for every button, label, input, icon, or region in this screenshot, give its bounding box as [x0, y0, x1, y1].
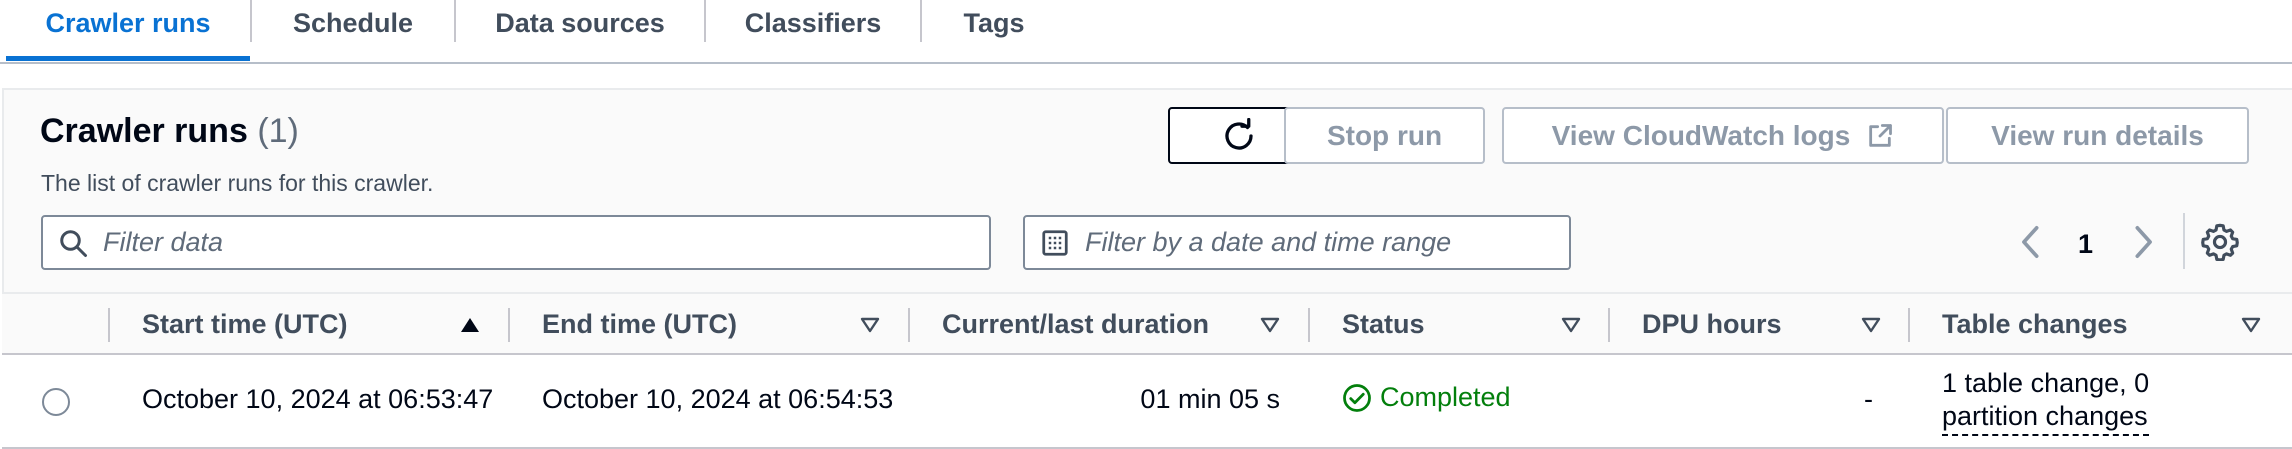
row-select-radio[interactable] [42, 388, 70, 416]
table-header: Start time (UTC) End time (UTC) Current/… [2, 292, 2292, 355]
column-header-dpu-hours[interactable]: DPU hours [1642, 294, 1782, 355]
sort-icon[interactable] [858, 313, 882, 342]
view-run-details-button[interactable]: View run details [1946, 107, 2249, 164]
chevron-right-icon [2135, 225, 2152, 259]
view-cloudwatch-logs-button[interactable]: View CloudWatch logs [1502, 107, 1944, 164]
sort-icon[interactable] [1859, 313, 1883, 342]
column-divider [908, 308, 910, 342]
tab-label: Tags [963, 8, 1025, 38]
column-divider [1908, 308, 1910, 342]
previous-page-button[interactable] [2014, 222, 2048, 267]
stop-run-label: Stop run [1326, 119, 1443, 151]
preferences-button[interactable] [2201, 223, 2239, 266]
status-text: Completed [1380, 382, 1511, 412]
dpu-hours-cell: - [1864, 384, 1873, 414]
tab-bar: Crawler runs Schedule Data sources Class… [0, 0, 2292, 64]
date-range-input[interactable] [1085, 217, 1569, 268]
tab-label: Classifiers [744, 8, 882, 38]
duration-cell: 01 min 05 s [1140, 384, 1280, 414]
tab-schedule[interactable]: Schedule [252, 0, 454, 62]
tab-classifiers[interactable]: Classifiers [706, 0, 920, 62]
column-header-label: DPU hours [1642, 309, 1782, 339]
sort-icon[interactable] [1559, 313, 1583, 342]
next-page-button[interactable] [2126, 222, 2160, 267]
search-icon [43, 228, 103, 258]
stop-run-button[interactable]: Stop run [1284, 107, 1485, 164]
panel-description: The list of crawler runs for this crawle… [41, 170, 434, 196]
column-divider [1608, 308, 1610, 342]
external-link-icon [1866, 122, 1894, 150]
success-check-icon [1343, 383, 1371, 412]
table-changes-cell[interactable]: 1 table change, 0 partition changes [1942, 367, 2150, 436]
column-divider [508, 308, 510, 342]
pagination-divider [2183, 213, 2185, 269]
column-header-start-time[interactable]: Start time (UTC) [142, 294, 348, 355]
tab-tags[interactable]: Tags [922, 0, 1066, 62]
view-run-details-label: View run details [1991, 119, 2204, 151]
current-page-number[interactable]: 1 [2078, 229, 2093, 260]
table-changes-line: partition changes [1942, 400, 2150, 436]
column-header-end-time[interactable]: End time (UTC) [542, 294, 737, 355]
table-row[interactable]: October 10, 2024 at 06:53:47 October 10,… [2, 355, 2292, 449]
sort-icon[interactable] [2239, 313, 2263, 342]
column-header-duration[interactable]: Current/last duration [942, 294, 1209, 355]
panel-title-text: Crawler runs [40, 112, 248, 150]
panel-count: (1) [257, 112, 299, 150]
column-header-label: Table changes [1942, 309, 2128, 339]
page-title: Crawler runs (1) [40, 112, 299, 151]
column-header-table-changes[interactable]: Table changes [1942, 294, 2128, 355]
tab-data-sources[interactable]: Data sources [456, 0, 704, 62]
table-changes-line: 1 table change, 0 [1942, 368, 2150, 398]
search-field[interactable] [41, 215, 991, 270]
status-badge: Completed [1342, 382, 1511, 413]
search-input[interactable] [103, 217, 989, 268]
column-header-label: Start time (UTC) [142, 309, 348, 339]
column-header-label: Status [1342, 309, 1425, 339]
active-tab-indicator [6, 56, 250, 61]
sort-ascending-icon[interactable] [458, 313, 482, 342]
chevron-left-icon [2022, 225, 2039, 259]
column-header-label: Current/last duration [942, 309, 1210, 339]
end-time-cell: October 10, 2024 at 06:54:53 [542, 384, 894, 414]
column-divider [108, 308, 110, 342]
date-range-field[interactable] [1023, 215, 1571, 270]
view-cloudwatch-logs-label: View CloudWatch logs [1551, 119, 1851, 151]
tab-crawler-runs[interactable]: Crawler runs [6, 0, 250, 62]
calendar-icon [1025, 228, 1085, 258]
tab-label: Crawler runs [45, 8, 211, 38]
column-divider [1308, 308, 1310, 342]
tab-label: Data sources [495, 8, 665, 38]
column-header-status[interactable]: Status [1342, 294, 1425, 355]
tab-label: Schedule [292, 8, 414, 38]
gear-icon [2201, 223, 2239, 262]
sort-icon[interactable] [1258, 313, 1282, 342]
start-time-cell: October 10, 2024 at 06:53:47 [142, 384, 494, 414]
column-header-label: End time (UTC) [542, 309, 737, 339]
refresh-icon [1224, 117, 1253, 150]
